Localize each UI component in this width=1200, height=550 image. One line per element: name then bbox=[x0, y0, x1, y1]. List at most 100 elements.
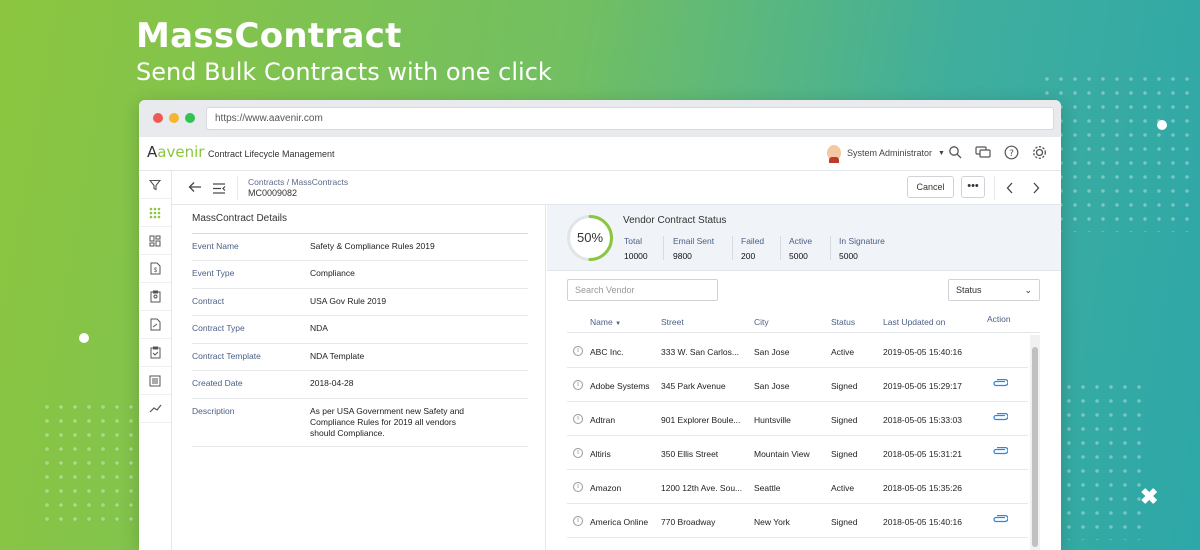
dashboard-icon[interactable] bbox=[139, 227, 171, 255]
cancel-button[interactable]: Cancel bbox=[907, 176, 954, 198]
sort-desc-icon: ▼ bbox=[615, 321, 622, 327]
info-icon[interactable]: i bbox=[573, 482, 583, 492]
info-icon[interactable]: i bbox=[573, 516, 583, 526]
info-icon[interactable]: i bbox=[573, 380, 583, 390]
chevron-left-icon[interactable] bbox=[1006, 181, 1014, 199]
more-options-button[interactable]: ••• bbox=[961, 176, 985, 198]
detail-label: Contract Type bbox=[192, 323, 245, 333]
stat-active: Active 5000 bbox=[789, 236, 812, 261]
select-label: Status bbox=[956, 285, 982, 295]
stat-label: In Signature bbox=[839, 236, 885, 246]
chat-icon[interactable] bbox=[975, 145, 991, 161]
page-title: MC0009082 bbox=[248, 188, 298, 198]
close-window-button[interactable] bbox=[153, 113, 163, 123]
decorative-dots-bottom-left bbox=[40, 400, 140, 530]
url-bar[interactable]: https://www.aavenir.com bbox=[206, 107, 1054, 130]
document-dollar-icon[interactable]: $ bbox=[139, 255, 171, 283]
stat-email-sent: Email Sent 9800 bbox=[673, 236, 714, 261]
attachment-icon[interactable] bbox=[992, 514, 1009, 526]
stat-divider bbox=[732, 236, 733, 260]
trend-chart-icon[interactable] bbox=[139, 395, 171, 423]
svg-text:$: $ bbox=[153, 268, 157, 274]
clipboard-user-icon[interactable] bbox=[139, 283, 171, 311]
cell-name: ABC Inc. bbox=[590, 347, 624, 357]
decorative-dot bbox=[79, 333, 89, 343]
cell-name: Amazon bbox=[590, 483, 622, 493]
column-header-street[interactable]: Street bbox=[661, 317, 684, 327]
info-icon[interactable]: i bbox=[573, 346, 583, 356]
status-filter-select[interactable]: Status ⌄ bbox=[948, 279, 1040, 301]
table-scrollbar[interactable] bbox=[1030, 335, 1040, 550]
column-header-action: Action bbox=[987, 314, 1011, 324]
hero-title: MassContract bbox=[136, 16, 402, 56]
gear-icon[interactable] bbox=[1031, 145, 1047, 161]
logo-letter: A bbox=[147, 143, 158, 161]
stat-value: 9800 bbox=[673, 251, 692, 261]
chevron-down-icon: ⌄ bbox=[1024, 285, 1032, 295]
back-arrow-icon[interactable] bbox=[188, 180, 202, 198]
cell-name: Adtran bbox=[590, 415, 616, 425]
table-row[interactable]: i Amazon 1200 12th Ave. Sou... Seattle A… bbox=[567, 470, 1028, 504]
menu-collapse-icon[interactable] bbox=[212, 181, 226, 199]
progress-percent: 50% bbox=[576, 230, 604, 245]
attachment-icon[interactable] bbox=[992, 446, 1009, 458]
stat-value: 5000 bbox=[839, 251, 858, 261]
table-row[interactable]: i Adtran 901 Explorer Boule... Huntsvill… bbox=[567, 402, 1028, 436]
breadcrumb[interactable]: Contracts / MassContracts bbox=[248, 177, 348, 187]
detail-label: Created Date bbox=[192, 378, 243, 388]
info-icon[interactable]: i bbox=[573, 448, 583, 458]
document-edit-icon[interactable] bbox=[139, 311, 171, 339]
column-header-last-updated[interactable]: Last Updated on bbox=[883, 317, 945, 327]
stat-total: Total 10000 bbox=[624, 236, 648, 261]
detail-row-description: Description As per USA Government new Saf… bbox=[192, 399, 528, 447]
table-row[interactable]: i ABC Inc. 333 W. San Carlos... San Jose… bbox=[567, 334, 1028, 368]
sidebar: $ bbox=[139, 171, 172, 550]
table-row[interactable]: i Adobe Systems 345 Park Avenue San Jose… bbox=[567, 368, 1028, 402]
info-icon[interactable]: i bbox=[573, 414, 583, 424]
maximize-window-button[interactable] bbox=[185, 113, 195, 123]
list-icon[interactable] bbox=[139, 367, 171, 395]
help-icon[interactable]: ? bbox=[1003, 145, 1019, 161]
cell-name: Adobe Systems bbox=[590, 381, 650, 391]
user-menu[interactable]: System Administrator ▼ bbox=[827, 145, 945, 163]
cell-status: Signed bbox=[831, 381, 858, 391]
stat-divider bbox=[663, 236, 664, 260]
decorative-dots-top-right bbox=[1040, 72, 1190, 232]
scrollbar-thumb[interactable] bbox=[1032, 347, 1038, 547]
table-row[interactable]: i Altiris 350 Ellis Street Mountain View… bbox=[567, 436, 1028, 470]
detail-value: NDA Template bbox=[310, 351, 365, 361]
detail-label: Description bbox=[192, 406, 235, 416]
mass-contract-details-panel: MassContract Details Event Name Safety & … bbox=[172, 205, 546, 550]
stat-value: 200 bbox=[741, 251, 756, 261]
attachment-icon[interactable] bbox=[992, 378, 1009, 390]
attachment-icon[interactable] bbox=[992, 412, 1009, 424]
cell-status: Signed bbox=[831, 449, 858, 459]
cell-updated: 2019-05-05 15:40:16 bbox=[883, 347, 962, 357]
app-name: Contract Lifecycle Management bbox=[208, 149, 335, 159]
cell-updated: 2019-05-05 15:29:17 bbox=[883, 381, 962, 391]
avatar bbox=[827, 145, 841, 163]
column-header-city[interactable]: City bbox=[754, 317, 769, 327]
decorative-dots-bottom-right bbox=[1062, 380, 1142, 540]
app-topbar: Aavenir Contract Lifecycle Management Sy… bbox=[139, 137, 1061, 171]
filter-icon[interactable] bbox=[139, 171, 171, 199]
clipboard-check-icon[interactable] bbox=[139, 339, 171, 367]
status-summary: 50% Vendor Contract Status Total 10000 Em… bbox=[547, 205, 1061, 271]
cell-city: Seattle bbox=[754, 483, 781, 493]
app-logo[interactable]: Aavenir bbox=[147, 143, 204, 161]
detail-value: Safety & Compliance Rules 2019 bbox=[310, 241, 435, 251]
chevron-right-icon[interactable] bbox=[1032, 181, 1040, 199]
table-row[interactable]: i America Online 770 Broadway New York S… bbox=[567, 504, 1028, 538]
detail-label: Contract Template bbox=[192, 351, 261, 361]
column-header-status[interactable]: Status bbox=[831, 317, 855, 327]
browser-chrome: https://www.aavenir.com bbox=[139, 100, 1061, 137]
apps-grid-icon[interactable] bbox=[139, 199, 171, 227]
stat-label: Active bbox=[789, 236, 813, 246]
search-icon[interactable] bbox=[947, 145, 963, 161]
cell-name: Altiris bbox=[590, 449, 611, 459]
minimize-window-button[interactable] bbox=[169, 113, 179, 123]
cell-city: San Jose bbox=[754, 347, 790, 357]
browser-window: https://www.aavenir.com Aavenir Contract… bbox=[139, 100, 1061, 550]
column-header-name[interactable]: Name ▼ bbox=[590, 317, 621, 327]
search-vendor-input[interactable]: Search Vendor bbox=[567, 279, 718, 301]
